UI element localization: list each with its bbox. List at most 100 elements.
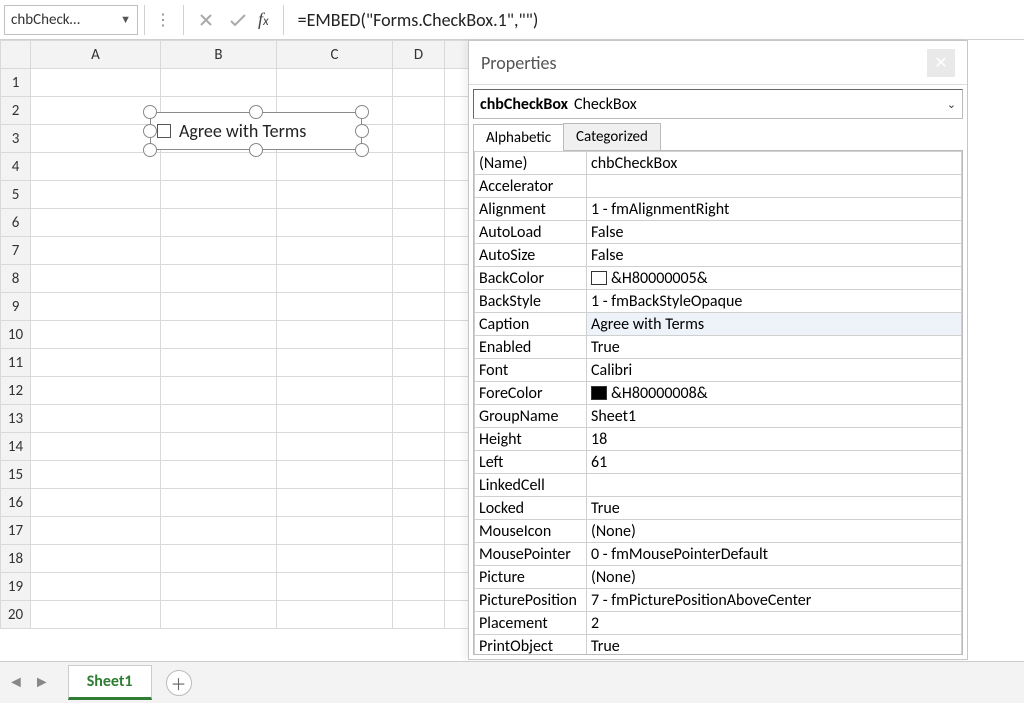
cell-D11[interactable]	[393, 349, 445, 377]
property-row-placement[interactable]: Placement2	[475, 612, 962, 635]
cell-B7[interactable]	[161, 237, 277, 265]
cell-C5[interactable]	[277, 181, 393, 209]
cell-D1[interactable]	[393, 69, 445, 97]
cell-C9[interactable]	[277, 293, 393, 321]
property-row-mouseicon[interactable]: MouseIcon(None)	[475, 520, 962, 543]
property-value-cell[interactable]: 0 - fmMousePointerDefault	[587, 543, 962, 566]
property-value-cell[interactable]: True	[587, 336, 962, 359]
cell-A11[interactable]	[31, 349, 161, 377]
cell-B20[interactable]	[161, 601, 277, 629]
cancel-formula-button[interactable]	[190, 5, 222, 35]
cell-C14[interactable]	[277, 433, 393, 461]
property-row-forecolor[interactable]: ForeColor&H80000008&	[475, 382, 962, 405]
cell-B12[interactable]	[161, 377, 277, 405]
cell-D5[interactable]	[393, 181, 445, 209]
cell-D4[interactable]	[393, 153, 445, 181]
col-header-C[interactable]: C	[277, 41, 393, 69]
property-row-groupname[interactable]: GroupNameSheet1	[475, 405, 962, 428]
property-value-cell[interactable]	[587, 474, 962, 497]
cell-A13[interactable]	[31, 405, 161, 433]
tab-next-icon[interactable]: ►	[34, 673, 50, 692]
cell-C11[interactable]	[277, 349, 393, 377]
expand-dots-icon[interactable]: ⋮	[151, 10, 177, 30]
property-row-accelerator[interactable]: Accelerator	[475, 175, 962, 198]
cell-A8[interactable]	[31, 265, 161, 293]
cell-C4[interactable]	[277, 153, 393, 181]
cell-A2[interactable]	[31, 97, 161, 125]
cell-D9[interactable]	[393, 293, 445, 321]
properties-list[interactable]: (Name)chbCheckBoxAcceleratorAlignment1 -…	[473, 150, 963, 655]
cell-B10[interactable]	[161, 321, 277, 349]
property-value-cell[interactable]: Agree with Terms	[587, 313, 962, 336]
property-value-cell[interactable]: False	[587, 221, 962, 244]
cell-C7[interactable]	[277, 237, 393, 265]
cell-C8[interactable]	[277, 265, 393, 293]
cell-D17[interactable]	[393, 517, 445, 545]
cell-D13[interactable]	[393, 405, 445, 433]
tab-prev-icon[interactable]: ◄	[8, 673, 24, 692]
property-value-cell[interactable]	[587, 175, 962, 198]
enter-formula-button[interactable]	[222, 5, 254, 35]
property-value-cell[interactable]: &H80000008&	[587, 382, 962, 405]
row-header-2[interactable]: 2	[1, 97, 31, 125]
property-value-cell[interactable]: &H80000005&	[587, 267, 962, 290]
cell-C15[interactable]	[277, 461, 393, 489]
cell-B4[interactable]	[161, 153, 277, 181]
cell-A17[interactable]	[31, 517, 161, 545]
property-row-backstyle[interactable]: BackStyle1 - fmBackStyleOpaque	[475, 290, 962, 313]
cell-A7[interactable]	[31, 237, 161, 265]
property-row-autoload[interactable]: AutoLoadFalse	[475, 221, 962, 244]
row-header-14[interactable]: 14	[1, 433, 31, 461]
col-header-A[interactable]: A	[31, 41, 161, 69]
cell-B16[interactable]	[161, 489, 277, 517]
cell-B13[interactable]	[161, 405, 277, 433]
cell-C20[interactable]	[277, 601, 393, 629]
property-value-cell[interactable]: 61	[587, 451, 962, 474]
property-row-backcolor[interactable]: BackColor&H80000005&	[475, 267, 962, 290]
formula-input[interactable]: =EMBED("Forms.CheckBox.1","")	[290, 9, 1024, 31]
col-header-D[interactable]: D	[393, 41, 445, 69]
property-row-caption[interactable]: CaptionAgree with Terms	[475, 313, 962, 336]
cell-D20[interactable]	[393, 601, 445, 629]
property-row-alignment[interactable]: Alignment1 - fmAlignmentRight	[475, 198, 962, 221]
property-row-autosize[interactable]: AutoSizeFalse	[475, 244, 962, 267]
cell-A9[interactable]	[31, 293, 161, 321]
cell-B17[interactable]	[161, 517, 277, 545]
chevron-down-icon[interactable]: ▼	[120, 13, 131, 26]
cell-A19[interactable]	[31, 573, 161, 601]
cell-A14[interactable]	[31, 433, 161, 461]
cell-A18[interactable]	[31, 545, 161, 573]
resize-handle-e[interactable]	[355, 124, 369, 138]
properties-titlebar[interactable]: Properties ✕	[469, 41, 967, 85]
row-header-13[interactable]: 13	[1, 405, 31, 433]
row-header-9[interactable]: 9	[1, 293, 31, 321]
cell-C18[interactable]	[277, 545, 393, 573]
row-header-7[interactable]: 7	[1, 237, 31, 265]
cell-A5[interactable]	[31, 181, 161, 209]
cell-D18[interactable]	[393, 545, 445, 573]
property-value-cell[interactable]: (None)	[587, 566, 962, 589]
property-value-cell[interactable]: 2	[587, 612, 962, 635]
resize-handle-sw[interactable]	[143, 143, 157, 157]
activex-checkbox-control[interactable]: Agree with Terms	[150, 112, 362, 150]
tab-alphabetic[interactable]: Alphabetic	[473, 124, 564, 151]
resize-handle-ne[interactable]	[355, 105, 369, 119]
property-row-enabled[interactable]: EnabledTrue	[475, 336, 962, 359]
cell-C10[interactable]	[277, 321, 393, 349]
property-row-locked[interactable]: LockedTrue	[475, 497, 962, 520]
cell-C13[interactable]	[277, 405, 393, 433]
cell-A1[interactable]	[31, 69, 161, 97]
resize-handle-se[interactable]	[355, 143, 369, 157]
tab-categorized[interactable]: Categorized	[563, 123, 661, 150]
cell-B6[interactable]	[161, 209, 277, 237]
row-header-11[interactable]: 11	[1, 349, 31, 377]
cell-C19[interactable]	[277, 573, 393, 601]
cell-D7[interactable]	[393, 237, 445, 265]
property-value-cell[interactable]: 1 - fmAlignmentRight	[587, 198, 962, 221]
cell-A16[interactable]	[31, 489, 161, 517]
row-header-8[interactable]: 8	[1, 265, 31, 293]
cell-A15[interactable]	[31, 461, 161, 489]
cell-B1[interactable]	[161, 69, 277, 97]
cell-A10[interactable]	[31, 321, 161, 349]
cell-B15[interactable]	[161, 461, 277, 489]
